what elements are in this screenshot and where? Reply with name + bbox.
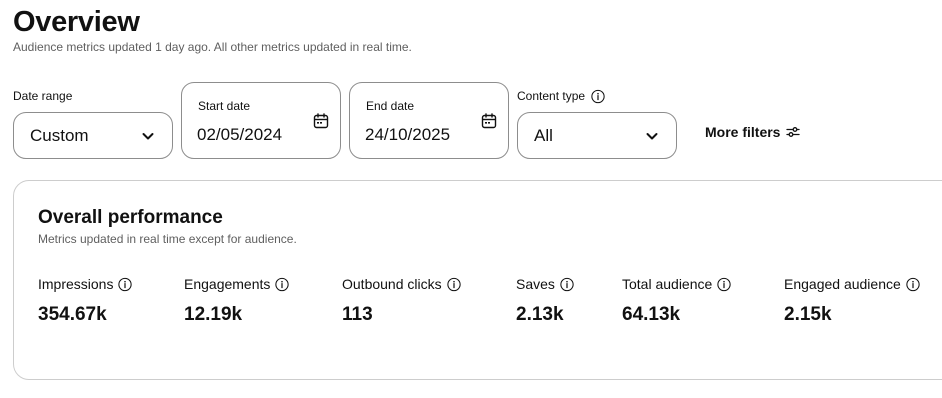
end-date-label: End date [366, 99, 415, 113]
start-date-value: 02/05/2024 [197, 125, 283, 144]
overall-performance-card: Overall performance Metrics updated in r… [13, 180, 942, 380]
metric-label: Outbound clicks [342, 276, 442, 292]
date-range-select[interactable]: Custom [13, 112, 173, 159]
date-range-value: Custom [30, 125, 89, 145]
metric-value: 12.19k [184, 304, 243, 325]
metric-impressions[interactable]: Impressions 354.67k [38, 274, 133, 326]
calendar-icon[interactable] [481, 113, 497, 129]
sliders-icon [786, 125, 801, 139]
card-subtitle: Metrics updated in real time except for … [38, 232, 297, 246]
end-date-field[interactable]: End date 24/10/2025 [349, 82, 509, 159]
metric-saves[interactable]: Saves 2.13k [516, 274, 574, 326]
calendar-icon[interactable] [313, 113, 329, 129]
metric-total-audience[interactable]: Total audience 64.13k [622, 274, 731, 326]
metric-engaged-audience[interactable]: Engaged audience 2.15k [784, 274, 920, 326]
metric-label: Impressions [38, 276, 114, 292]
start-date-field[interactable]: Start date 02/05/2024 [181, 82, 341, 159]
metric-value: 64.13k [622, 304, 681, 325]
metric-label: Saves [516, 276, 555, 292]
chevron-down-icon [140, 128, 156, 144]
metric-label: Total audience [622, 276, 713, 292]
card-title: Overall performance [38, 207, 223, 228]
info-icon[interactable] [446, 277, 461, 291]
metric-value: 2.13k [516, 304, 564, 325]
analytics-overview-page: Overview Audience metrics updated 1 day … [0, 0, 942, 398]
start-date-label: Start date [198, 99, 251, 113]
date-range-label-text: Date range [13, 89, 73, 103]
metric-value: 354.67k [38, 304, 107, 325]
info-icon[interactable] [560, 277, 574, 291]
more-filters-button[interactable]: More filters [705, 124, 801, 140]
metric-label: Engagements [184, 276, 271, 292]
more-filters-label: More filters [705, 124, 781, 140]
info-icon[interactable] [275, 277, 290, 291]
info-icon[interactable] [591, 89, 605, 103]
info-icon[interactable] [717, 277, 731, 291]
content-type-label: Content type [517, 88, 605, 104]
end-date-value: 24/10/2025 [365, 125, 451, 144]
page-title: Overview [13, 6, 140, 38]
page-subtitle: Audience metrics updated 1 day ago. All … [13, 40, 412, 54]
metric-engagements[interactable]: Engagements 12.19k [184, 274, 290, 326]
content-type-select[interactable]: All [517, 112, 677, 159]
metric-value: 2.15k [784, 304, 832, 325]
info-icon[interactable] [906, 277, 920, 291]
content-type-value: All [534, 125, 553, 145]
content-type-label-text: Content type [517, 89, 586, 103]
info-icon[interactable] [118, 277, 133, 291]
metric-value: 113 [342, 304, 373, 325]
chevron-down-icon [644, 128, 660, 144]
date-range-label: Date range [13, 88, 72, 104]
metric-label: Engaged audience [784, 276, 901, 292]
metric-outbound-clicks[interactable]: Outbound clicks 113 [342, 274, 461, 326]
